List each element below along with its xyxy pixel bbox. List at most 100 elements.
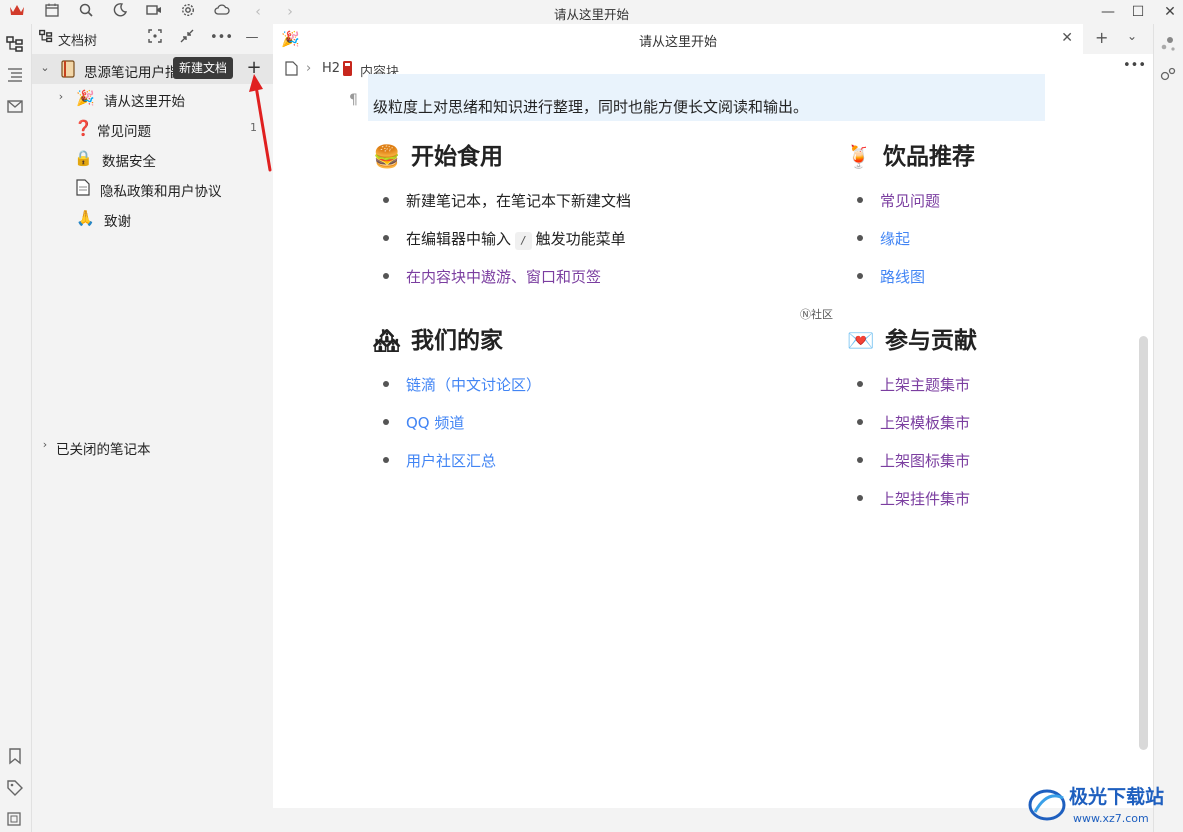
link[interactable]: 链滴（中文讨论区） [406,376,541,394]
list-item[interactable]: 上架主题集市 [857,374,970,395]
intro-paragraph[interactable]: 级粒度上对思绪和知识进行整理，同时也能方便长文阅读和输出。 [368,74,1045,121]
status-bar [32,808,1153,832]
burger-icon: 🍔 [373,145,401,170]
link[interactable]: 用户社区汇总 [406,452,496,470]
list-item[interactable]: 新建笔记本，在笔记本下新建文档 [383,190,631,211]
notebook-row[interactable]: ⌄ 思源笔记用户指南 [32,54,273,84]
inbox-icon[interactable] [6,97,26,117]
more-icon[interactable]: ••• [1123,58,1146,73]
link[interactable]: 上架挂件集市 [880,490,970,508]
link[interactable]: 上架图标集市 [880,452,970,470]
tree-item-faq[interactable]: ❓ 常见问题 1 [32,113,273,143]
heading-contribute[interactable]: 💌 参与贡献 [847,321,977,355]
editor-area: 🎉 请从这里开始 ✕ + ⌄ › H2 内容块 ••• 级粒度上对思绪和知识进行… [273,24,1153,808]
link[interactable]: QQ 频道 [406,414,464,432]
file-icon[interactable] [285,61,298,80]
file-tree-title: 文档树 [58,34,98,49]
slash-kbd: / [515,232,532,250]
link[interactable]: 上架主题集市 [880,376,970,394]
right-dock [1153,24,1183,832]
list-item[interactable]: 常见问题 [857,190,940,211]
intro-line-1-clipped [373,70,1043,90]
question-icon: ❓ [74,119,93,137]
more-icon[interactable]: ••• [210,29,233,47]
link[interactable]: 常见问题 [880,192,940,210]
file-tree-header-icon [37,29,55,47]
lock-icon: 🔒 [74,149,93,167]
tab-start[interactable]: 🎉 请从这里开始 ✕ [273,24,1083,54]
focus-icon[interactable] [146,29,164,47]
chevron-down-icon[interactable]: ⌄ [38,61,52,75]
heading-start[interactable]: 🍔 开始食用 [373,137,503,171]
file-tree-panel: 文档树 ••• — ⌄ 思源笔记用户指南 › 🎉 请从这里开始 ❓ 常见问题 1… [32,24,273,808]
left-dock [0,24,32,832]
list-item[interactable]: 上架图标集市 [857,450,970,471]
editor-scrollbar[interactable] [1139,336,1148,750]
watermark-logo: 极光下载站 www.xz7.com [1025,778,1183,828]
closed-notebooks-row[interactable]: › 已关闭的笔记本 [32,431,273,461]
tag-icon[interactable] [6,779,26,799]
list-item[interactable]: QQ 频道 [383,412,464,433]
tree-item-label: 常见问题 [97,124,151,140]
pilcrow-icon[interactable]: ¶ [349,92,358,108]
svg-text:极光下载站: 极光下载站 [1069,785,1164,808]
new-doc-tooltip: 新建文档 [173,57,234,79]
tree-item-label: 请从这里开始 [104,94,185,110]
graph-dots-icon[interactable] [1159,35,1179,55]
tree-item-thanks[interactable]: 🙏 致谢 [32,203,273,233]
tree-item-security[interactable]: 🔒 数据安全 [32,143,273,173]
link[interactable]: 缘起 [880,230,910,248]
global-graph-icon[interactable] [1159,65,1179,85]
link[interactable]: 上架模板集市 [880,414,970,432]
minimize-panel-icon[interactable]: — [243,29,261,47]
document-icon [76,179,94,197]
list-item[interactable]: 用户社区汇总 [383,450,496,471]
intro-line-2: 级粒度上对思绪和知识进行整理，同时也能方便长文阅读和输出。 [373,98,809,116]
close-tab-icon[interactable]: ✕ [1061,30,1073,46]
tab-title: 请从这里开始 [638,35,717,50]
list-item[interactable]: 上架模板集市 [857,412,970,433]
collapse-all-icon[interactable] [178,29,196,47]
list-item[interactable]: 上架挂件集市 [857,488,970,509]
community-badge[interactable]: Ⓝ社区 [800,306,833,322]
list-item[interactable]: 链滴（中文讨论区） [383,374,541,395]
list-item[interactable]: 在编辑器中输入 / 触发功能菜单 [383,228,626,250]
tree-item-label: 隐私政策和用户协议 [100,184,222,200]
chevron-right-icon[interactable]: › [38,438,52,452]
chevron-down-icon[interactable]: ⌄ [1127,29,1137,43]
close-window-button[interactable]: ✕ [1152,1,1183,23]
love-letter-icon: 💌 [847,329,875,354]
title-bar: ‹ › 请从这里开始 — ☐ ✕ [0,0,1183,24]
chevron-right-icon[interactable]: › [54,90,68,104]
notebook-icon [60,60,78,78]
maximize-button[interactable]: ☐ [1120,1,1156,23]
party-popper-icon: 🎉 [76,89,95,107]
fullscreen-icon[interactable] [6,811,26,831]
tree-item-privacy[interactable]: 隐私政策和用户协议 [32,173,273,203]
tree-item-start[interactable]: › 🎉 请从这里开始 [32,83,273,113]
list-item[interactable]: 在内容块中遨游、窗口和页签 [383,266,601,287]
window-title: 请从这里开始 [553,7,629,22]
list-item[interactable]: 缘起 [857,228,910,249]
tab-bar: 🎉 请从这里开始 ✕ + ⌄ [273,24,1153,54]
folded-hands-icon: 🙏 [76,209,95,227]
outline-icon[interactable] [6,65,26,85]
bookmark-icon[interactable] [6,747,26,767]
houses-icon: 🏘 [373,329,401,354]
file-tree-header: 文档树 ••• — [32,24,273,52]
list-item[interactable]: 路线图 [857,266,925,287]
tree-item-label: 致谢 [104,214,131,230]
block-icon [342,60,353,81]
svg-text:www.xz7.com: www.xz7.com [1073,812,1149,825]
link[interactable]: 在内容块中遨游、窗口和页签 [406,268,601,286]
add-tab-icon[interactable]: + [1095,28,1108,47]
closed-notebooks-label: 已关闭的笔记本 [56,442,151,458]
file-tree-icon[interactable] [6,35,26,55]
link[interactable]: 路线图 [880,268,925,286]
heading-home[interactable]: 🏘 我们的家 [373,321,503,355]
notebook-name: 思源笔记用户指南 [84,65,176,81]
heading-drinks[interactable]: 🍹 饮品推荐 [845,137,975,171]
breadcrumb-separator-icon: › [306,61,312,76]
cocktail-icon: 🍹 [845,145,873,170]
heading-level[interactable]: H2 [322,61,340,76]
